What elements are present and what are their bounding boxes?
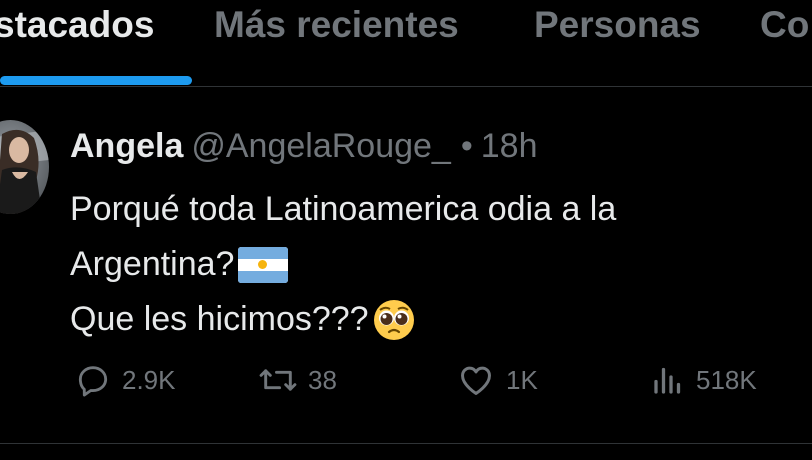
tweet-actions: 2.9K 38 1K 518K [0, 361, 812, 411]
tab-personas[interactable]: Personas [534, 4, 701, 46]
tweet-line: Que les hicimos??? [70, 292, 800, 347]
author-name[interactable]: Angela [70, 127, 183, 165]
tweet-header: Angela @AngelaRouge_ • 18h [70, 127, 537, 166]
tab-destacados[interactable]: stacados [0, 4, 154, 46]
tweet[interactable]: Angela @AngelaRouge_ • 18h Porqué toda Lati… [0, 87, 812, 444]
repost-icon [259, 369, 297, 391]
tweet-line: Argentina? [70, 237, 800, 292]
header-separator: • [460, 127, 473, 165]
reply-icon [78, 366, 108, 397]
views-button[interactable]: 518K [650, 361, 757, 399]
views-count: 518K [696, 364, 757, 395]
like-count: 1K [506, 364, 538, 395]
active-tab-indicator [0, 76, 192, 85]
search-tabs: stacados Más recientes Personas Co [0, 0, 812, 87]
repost-button[interactable]: 38 [258, 361, 337, 399]
like-icon [461, 366, 491, 395]
tweet-text: Porqué toda Latinoamerica odia a la Arge… [70, 182, 800, 347]
views-icon [654, 367, 681, 394]
like-button[interactable]: 1K [456, 361, 538, 399]
pleading-face-icon [373, 299, 415, 341]
avatar[interactable] [0, 120, 49, 214]
tweet-timestamp[interactable]: 18h [481, 127, 538, 165]
tab-co[interactable]: Co [760, 4, 809, 46]
tab-mas-recientes[interactable]: Más recientes [214, 4, 459, 46]
reply-button[interactable]: 2.9K [74, 361, 176, 399]
repost-count: 38 [308, 364, 337, 395]
argentina-flag-icon [238, 246, 289, 283]
tweet-line-text: Que les hicimos??? [70, 300, 369, 338]
tweet-line-text: Porqué toda Latinoamerica odia a la [70, 190, 617, 228]
tweet-line: Porqué toda Latinoamerica odia a la [70, 182, 800, 237]
author-handle[interactable]: @AngelaRouge_ [191, 127, 450, 165]
reply-count: 2.9K [122, 364, 176, 395]
tweet-line-text: Argentina? [70, 245, 235, 283]
